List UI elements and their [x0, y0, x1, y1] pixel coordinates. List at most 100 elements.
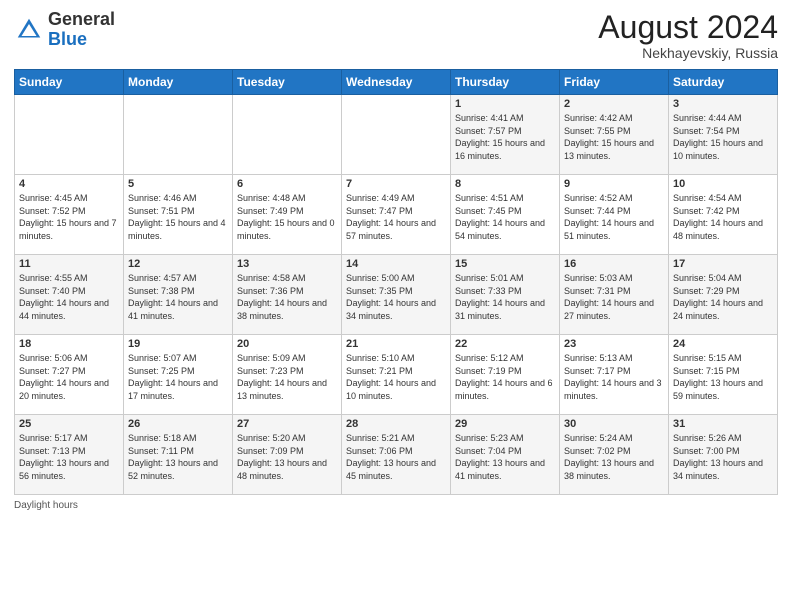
calendar-cell: 8 Sunrise: 4:51 AMSunset: 7:45 PMDaylight… — [451, 175, 560, 255]
calendar-cell: 5 Sunrise: 4:46 AMSunset: 7:51 PMDaylight… — [124, 175, 233, 255]
week-row-2: 4 Sunrise: 4:45 AMSunset: 7:52 PMDaylight… — [15, 175, 778, 255]
calendar-cell: 12Sunrise: 4:57 AMSunset: 7:38 PMDayligh… — [124, 255, 233, 335]
day-number: 16 — [564, 258, 664, 270]
day-info: Sunrise: 4:51 AMSunset: 7:45 PMDaylight:… — [455, 192, 555, 242]
calendar-cell: 7Sunrise: 4:49 AMSunset: 7:47 PMDaylight… — [342, 175, 451, 255]
day-number: 3 — [673, 98, 773, 110]
day-info: Sunrise: 4:55 AMSunset: 7:40 PMDaylight:… — [19, 272, 119, 322]
day-info: Sunrise: 5:01 AMSunset: 7:33 PMDaylight:… — [455, 272, 555, 322]
day-info: Sunrise: 5:10 AMSunset: 7:21 PMDaylight:… — [346, 352, 446, 402]
main-container: General Blue August 2024 Nekhayevskiy, R… — [0, 0, 792, 517]
day-info: Sunrise: 5:24 AMSunset: 7:02 PMDaylight:… — [564, 432, 664, 482]
calendar-cell: 18 Sunrise: 5:06 AMSunset: 7:27 PMDayligh… — [15, 335, 124, 415]
calendar-cell: 10Sunrise: 4:54 AMSunset: 7:42 PMDayligh… — [669, 175, 778, 255]
day-info: Sunrise: 5:21 AMSunset: 7:06 PMDaylight:… — [346, 432, 446, 482]
calendar-cell: 11Sunrise: 4:55 AMSunset: 7:40 PMDayligh… — [15, 255, 124, 335]
day-number: 5 — [128, 178, 228, 190]
day-info: Sunrise: 4:52 AMSunset: 7:44 PMDaylight:… — [564, 192, 664, 242]
calendar-cell: 15 Sunrise: 5:01 AMSunset: 7:33 PMDayligh… — [451, 255, 560, 335]
weekday-header-saturday: Saturday — [669, 70, 778, 95]
weekday-header-thursday: Thursday — [451, 70, 560, 95]
logo-text: General Blue — [48, 10, 115, 50]
header: General Blue August 2024 Nekhayevskiy, R… — [14, 10, 778, 61]
logo-icon — [14, 15, 44, 45]
day-number: 1 — [455, 98, 555, 110]
day-info: Sunrise: 5:00 AMSunset: 7:35 PMDaylight:… — [346, 272, 446, 322]
day-info: Sunrise: 5:17 AMSunset: 7:13 PMDaylight:… — [19, 432, 119, 482]
calendar-cell: 21 Sunrise: 5:10 AMSunset: 7:21 PMDayligh… — [342, 335, 451, 415]
day-info: Sunrise: 5:12 AMSunset: 7:19 PMDaylight:… — [455, 352, 555, 402]
calendar-cell: 31Sunrise: 5:26 AMSunset: 7:00 PMDayligh… — [669, 415, 778, 495]
calendar-cell: 29 Sunrise: 5:23 AMSunset: 7:04 PMDayligh… — [451, 415, 560, 495]
calendar-cell: 14 Sunrise: 5:00 AMSunset: 7:35 PMDayligh… — [342, 255, 451, 335]
calendar-cell: 13Sunrise: 4:58 AMSunset: 7:36 PMDayligh… — [233, 255, 342, 335]
day-info: Sunrise: 5:20 AMSunset: 7:09 PMDaylight:… — [237, 432, 337, 482]
day-number: 8 — [455, 178, 555, 190]
weekday-header-tuesday: Tuesday — [233, 70, 342, 95]
calendar-cell: 26 Sunrise: 5:18 AMSunset: 7:11 PMDayligh… — [124, 415, 233, 495]
calendar-cell: 28 Sunrise: 5:21 AMSunset: 7:06 PMDayligh… — [342, 415, 451, 495]
calendar-table: SundayMondayTuesdayWednesdayThursdayFrid… — [14, 69, 778, 495]
day-number: 24 — [673, 338, 773, 350]
weekday-header-wednesday: Wednesday — [342, 70, 451, 95]
day-info: Sunrise: 4:57 AMSunset: 7:38 PMDaylight:… — [128, 272, 228, 322]
calendar-cell — [15, 95, 124, 175]
day-number: 9 — [564, 178, 664, 190]
day-info: Sunrise: 4:41 AMSunset: 7:57 PMDaylight:… — [455, 112, 555, 162]
day-number: 14 — [346, 258, 446, 270]
calendar-cell — [233, 95, 342, 175]
day-info: Sunrise: 5:18 AMSunset: 7:11 PMDaylight:… — [128, 432, 228, 482]
week-row-4: 18 Sunrise: 5:06 AMSunset: 7:27 PMDayligh… — [15, 335, 778, 415]
calendar-cell: 24 Sunrise: 5:15 AMSunset: 7:15 PMDayligh… — [669, 335, 778, 415]
day-number: 25 — [19, 418, 119, 430]
day-number: 26 — [128, 418, 228, 430]
day-info: Sunrise: 5:06 AMSunset: 7:27 PMDaylight:… — [19, 352, 119, 402]
day-info: Sunrise: 5:09 AMSunset: 7:23 PMDaylight:… — [237, 352, 337, 402]
footer: Daylight hours — [14, 500, 778, 511]
weekday-row: SundayMondayTuesdayWednesdayThursdayFrid… — [15, 70, 778, 95]
logo: General Blue — [14, 10, 115, 50]
day-number: 6 — [237, 178, 337, 190]
day-number: 30 — [564, 418, 664, 430]
calendar-cell: 30 Sunrise: 5:24 AMSunset: 7:02 PMDayligh… — [560, 415, 669, 495]
week-row-3: 11Sunrise: 4:55 AMSunset: 7:40 PMDayligh… — [15, 255, 778, 335]
day-number: 15 — [455, 258, 555, 270]
day-info: Sunrise: 4:45 AMSunset: 7:52 PMDaylight:… — [19, 192, 119, 242]
month-year: August 2024 — [598, 10, 778, 45]
calendar-cell: 20Sunrise: 5:09 AMSunset: 7:23 PMDayligh… — [233, 335, 342, 415]
weekday-header-sunday: Sunday — [15, 70, 124, 95]
day-info: Sunrise: 4:48 AMSunset: 7:49 PMDaylight:… — [237, 192, 337, 242]
day-info: Sunrise: 5:13 AMSunset: 7:17 PMDaylight:… — [564, 352, 664, 402]
day-number: 17 — [673, 258, 773, 270]
calendar-cell: 1 Sunrise: 4:41 AMSunset: 7:57 PMDaylight… — [451, 95, 560, 175]
day-number: 28 — [346, 418, 446, 430]
day-number: 18 — [19, 338, 119, 350]
day-info: Sunrise: 4:46 AMSunset: 7:51 PMDaylight:… — [128, 192, 228, 242]
weekday-header-friday: Friday — [560, 70, 669, 95]
day-info: Sunrise: 5:04 AMSunset: 7:29 PMDaylight:… — [673, 272, 773, 322]
location: Nekhayevskiy, Russia — [598, 45, 778, 61]
day-info: Sunrise: 4:44 AMSunset: 7:54 PMDaylight:… — [673, 112, 773, 162]
calendar-cell: 2Sunrise: 4:42 AMSunset: 7:55 PMDaylight… — [560, 95, 669, 175]
logo-blue: Blue — [48, 29, 87, 49]
day-number: 19 — [128, 338, 228, 350]
week-row-5: 25 Sunrise: 5:17 AMSunset: 7:13 PMDayligh… — [15, 415, 778, 495]
calendar-cell: 4 Sunrise: 4:45 AMSunset: 7:52 PMDaylight… — [15, 175, 124, 255]
day-number: 29 — [455, 418, 555, 430]
calendar-cell: 9 Sunrise: 4:52 AMSunset: 7:44 PMDaylight… — [560, 175, 669, 255]
day-number: 22 — [455, 338, 555, 350]
calendar-cell: 22 Sunrise: 5:12 AMSunset: 7:19 PMDayligh… — [451, 335, 560, 415]
day-number: 23 — [564, 338, 664, 350]
day-info: Sunrise: 5:23 AMSunset: 7:04 PMDaylight:… — [455, 432, 555, 482]
day-number: 27 — [237, 418, 337, 430]
day-number: 4 — [19, 178, 119, 190]
calendar-cell: 27 Sunrise: 5:20 AMSunset: 7:09 PMDayligh… — [233, 415, 342, 495]
day-info: Sunrise: 5:15 AMSunset: 7:15 PMDaylight:… — [673, 352, 773, 402]
day-number: 10 — [673, 178, 773, 190]
day-info: Sunrise: 5:26 AMSunset: 7:00 PMDaylight:… — [673, 432, 773, 482]
day-number: 2 — [564, 98, 664, 110]
daylight-hours-label: Daylight hours — [14, 500, 78, 511]
calendar-body: 1 Sunrise: 4:41 AMSunset: 7:57 PMDaylight… — [15, 95, 778, 495]
logo-general: General — [48, 9, 115, 29]
day-number: 21 — [346, 338, 446, 350]
